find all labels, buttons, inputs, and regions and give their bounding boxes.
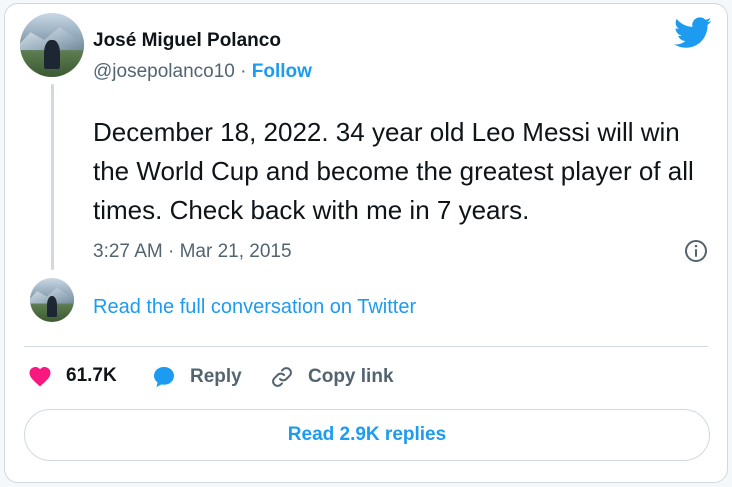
reply-label: Reply xyxy=(190,366,242,387)
author-name[interactable]: José Miguel Polanco xyxy=(93,30,281,52)
copy-link-action[interactable]: Copy link xyxy=(270,365,394,389)
read-replies-button[interactable]: Read 2.9K replies xyxy=(24,409,710,461)
separator-dot: · xyxy=(240,61,247,82)
avatar-person xyxy=(44,39,60,70)
thread-line xyxy=(51,84,54,270)
reply-action[interactable]: Reply xyxy=(152,365,242,389)
tweet-text: December 18, 2022. 34 year old Leo Messi… xyxy=(93,117,694,225)
conversation-avatar[interactable] xyxy=(30,278,74,322)
copy-link-label: Copy link xyxy=(308,366,394,387)
heart-icon xyxy=(29,367,51,387)
author-handle[interactable]: @josepolanco10 xyxy=(93,61,235,82)
like-action[interactable]: 61.7K xyxy=(28,365,117,387)
twitter-bird-icon[interactable] xyxy=(674,17,712,49)
read-conversation-link[interactable]: Read the full conversation on Twitter xyxy=(93,296,416,319)
author-avatar[interactable] xyxy=(20,13,84,77)
info-icon[interactable] xyxy=(684,239,708,263)
divider xyxy=(24,346,708,347)
reply-bubble-icon xyxy=(154,367,174,387)
author-handle-row: @josepolanco10 · Follow xyxy=(93,61,312,83)
avatar-person xyxy=(46,296,58,317)
tweet-timestamp[interactable]: 3:27 AM · Mar 21, 2015 xyxy=(93,241,292,263)
like-count: 61.7K xyxy=(66,365,117,386)
link-icon xyxy=(272,367,292,387)
follow-button[interactable]: Follow xyxy=(252,61,312,82)
